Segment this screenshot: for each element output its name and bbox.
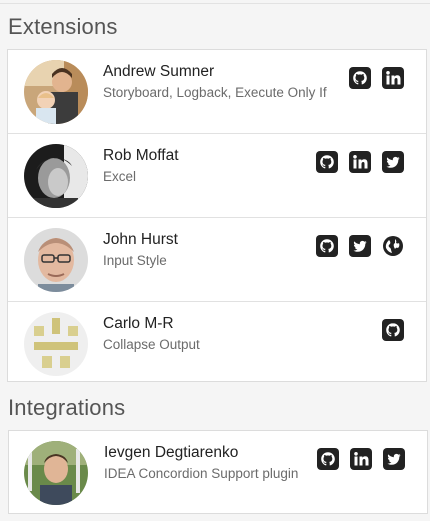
linkedin-icon[interactable]	[349, 151, 371, 173]
avatar[interactable]	[24, 441, 88, 505]
person-description: Input Style	[103, 253, 167, 268]
person-row: Andrew Sumner Storyboard, Logback, Execu…	[8, 50, 426, 134]
linkedin-icon[interactable]	[382, 67, 404, 89]
person-name: John Hurst	[103, 231, 178, 248]
person-name: Ievgen Degtiarenko	[104, 444, 239, 461]
social-links	[316, 151, 404, 173]
social-links	[382, 319, 404, 341]
avatar[interactable]	[24, 312, 88, 376]
person-description: Excel	[103, 169, 137, 184]
linkedin-icon[interactable]	[350, 448, 372, 470]
github-icon[interactable]	[316, 235, 338, 257]
github-icon[interactable]	[317, 448, 339, 470]
integrations-card: Ievgen Degtiarenko IDEA Concordion Suppo…	[8, 430, 428, 514]
extensions-card: Andrew Sumner Storyboard, Logback, Execu…	[7, 49, 427, 382]
person-description: Storyboard, Logback, Execute Only If	[103, 85, 327, 100]
top-divider	[0, 3, 430, 4]
person-row: Ievgen Degtiarenko IDEA Concordion Suppo…	[9, 431, 427, 515]
person-row: John Hurst Input Style	[8, 218, 426, 302]
person-description: Collapse Output	[103, 337, 200, 352]
github-icon[interactable]	[382, 319, 404, 341]
person-name: Andrew Sumner	[103, 63, 215, 80]
social-links	[349, 67, 404, 89]
avatar[interactable]	[24, 144, 88, 208]
globe-icon[interactable]	[382, 235, 404, 257]
person-row: Rob Moffat Excel	[8, 134, 426, 218]
person-name: Carlo M-R	[103, 315, 174, 332]
twitter-icon[interactable]	[349, 235, 371, 257]
person-row: Carlo M-R Collapse Output	[8, 302, 426, 383]
integrations-heading: Integrations	[8, 395, 126, 420]
github-icon[interactable]	[349, 67, 371, 89]
twitter-icon[interactable]	[383, 448, 405, 470]
avatar[interactable]	[24, 60, 88, 124]
person-description: IDEA Concordion Support plugin	[104, 466, 299, 481]
person-name: Rob Moffat	[103, 147, 179, 164]
social-links	[316, 235, 404, 257]
avatar[interactable]	[24, 228, 88, 292]
social-links	[317, 448, 405, 470]
twitter-icon[interactable]	[382, 151, 404, 173]
github-icon[interactable]	[316, 151, 338, 173]
extensions-heading: Extensions	[8, 14, 118, 39]
